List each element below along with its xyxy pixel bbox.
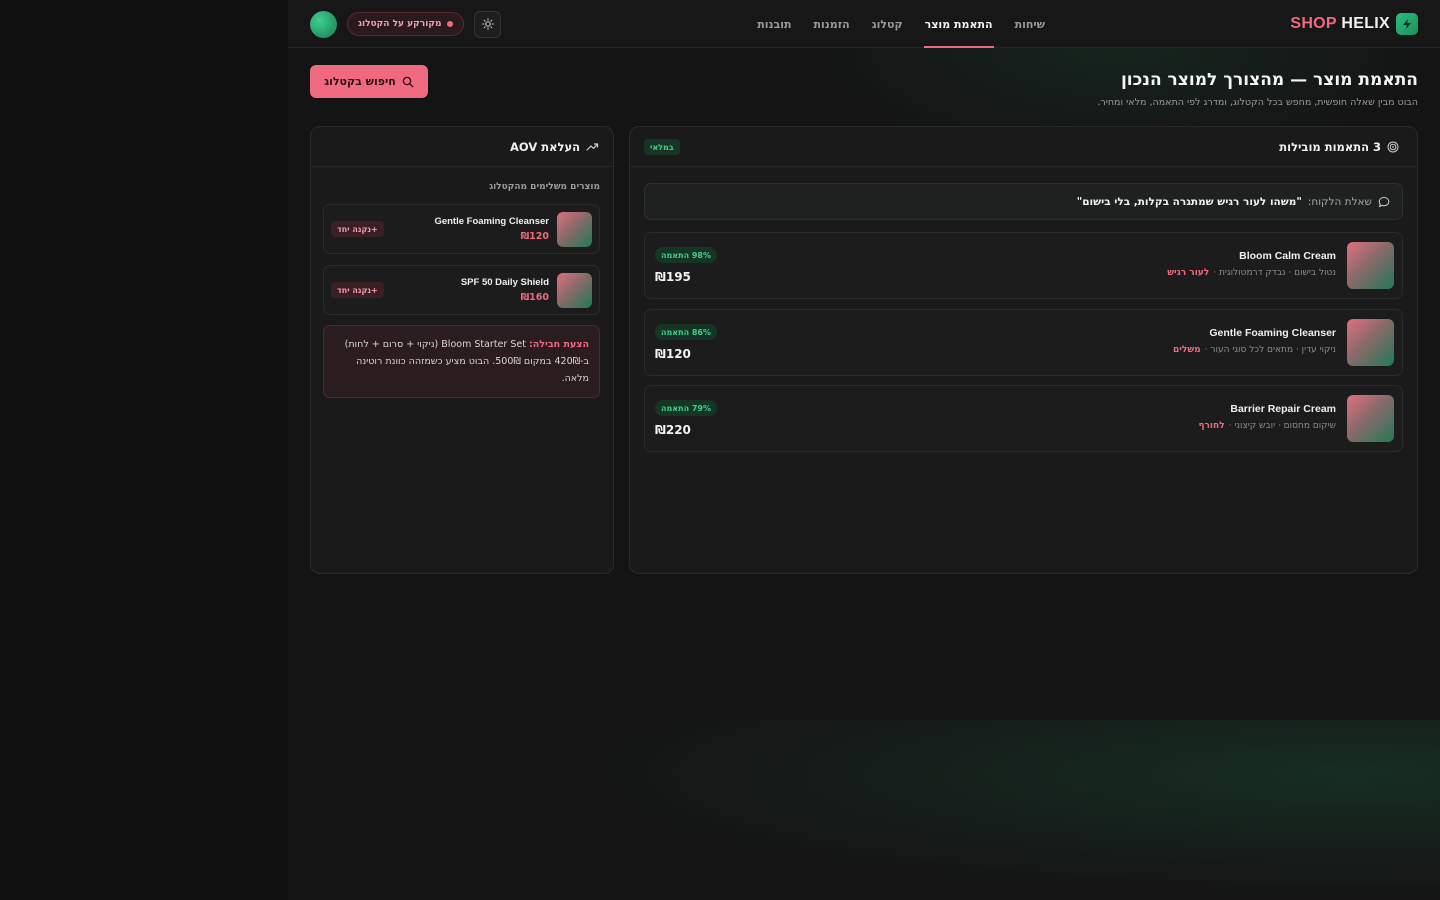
product-tag: לחורף [1198, 421, 1225, 431]
theme-toggle-button[interactable] [474, 10, 502, 38]
nav-product-match[interactable]: התאמת מוצר [923, 0, 994, 48]
page-title: התאמת מוצר — מהצורך למוצר הנכון [1120, 70, 1418, 90]
chat-bubble-icon [1378, 196, 1390, 207]
top-matches-panel: 3 התאמות מובילות במלאי שאלת הלקוח: "משהו… [629, 126, 1418, 574]
product-card[interactable]: Bloom Calm Cream נטול בישום · נבדק דרמטו… [644, 232, 1403, 299]
brand-logo[interactable]: SHOP HELIX [1290, 13, 1418, 35]
bundle-label: הצעת חבילה: [528, 339, 589, 350]
product-meta-text: ניקוי עדין · מתאים לכל סוגי העור · [1204, 345, 1336, 355]
product-price: ₪195 [655, 270, 691, 284]
brand-shop: SHOP [1290, 15, 1337, 32]
target-icon [1387, 141, 1399, 153]
customer-query: שאלת הלקוח: "משהו לעור רגיש שמתגרה בקלות… [644, 183, 1403, 220]
avatar[interactable] [310, 10, 337, 38]
product-card[interactable]: Barrier Repair Cream שיקום מחסום · יובש … [644, 385, 1403, 452]
nav-conversations[interactable]: שיחות [1014, 0, 1046, 48]
match-score-badge: 98% התאמה [655, 247, 718, 263]
catalog-search-button[interactable]: חיפוש בקטלוג [310, 65, 428, 98]
aov-title: העלאת AOV [510, 127, 599, 167]
complementary-name: SPF 50 Daily Shield [460, 277, 549, 288]
product-card[interactable]: Gentle Foaming Cleanser ניקוי עדין · מתא… [644, 309, 1403, 376]
complementary-price: ₪160 [520, 292, 549, 303]
query-label: שאלת הלקוח: [1307, 195, 1372, 208]
search-icon [402, 76, 414, 87]
nav-catalog[interactable]: קטלוג [871, 0, 904, 48]
catalog-grounded-pill[interactable]: מקורקע על הקטלוג [347, 12, 465, 36]
query-text: "משהו לעור רגיש שמתגרה בקלות, בלי בישום" [1076, 195, 1302, 208]
product-meta: ניקוי עדין · מתאים לכל סוגי העור · משלים [1173, 345, 1336, 355]
product-tag: לעור רגיש [1167, 268, 1210, 278]
complementary-item[interactable]: Gentle Foaming Cleanser ₪120 +נקנה יחד [323, 204, 600, 254]
matches-title: 3 התאמות מובילות [1279, 127, 1399, 167]
main-nav: שיחות התאמת מוצר קטלוג הזמנות תובנות [756, 0, 1046, 48]
product-meta-text: נטול בישום · נבדק דרמטולוגית · [1213, 268, 1336, 278]
product-thumbnail [557, 212, 592, 247]
complementary-price: ₪120 [520, 231, 549, 242]
product-meta-text: שיקום מחסום · יובש קיצוני · [1228, 421, 1336, 431]
match-score-badge: 79% התאמה [655, 400, 718, 416]
brand-name: SHOP HELIX [1290, 15, 1390, 33]
aov-title-text: העלאת AOV [509, 140, 580, 154]
product-thumbnail [557, 273, 592, 308]
buy-together-button[interactable]: +נקנה יחד [331, 282, 384, 298]
app: SHOP HELIX שיחות התאמת מוצר קטלוג הזמנות… [288, 0, 1440, 900]
complementary-item[interactable]: SPF 50 Daily Shield ₪160 +נקנה יחד [323, 265, 600, 315]
brand-helix: HELIX [1341, 15, 1390, 32]
sun-icon [482, 18, 494, 30]
product-thumbnail [1347, 395, 1394, 442]
bolt-icon [1396, 13, 1418, 35]
catalog-search-label: חיפוש בקטלוג [324, 75, 396, 88]
matches-title-text: 3 התאמות מובילות [1279, 140, 1381, 154]
aov-panel: העלאת AOV מוצרים משלימים מהקטלוג Gentle … [310, 126, 614, 574]
product-tag: משלים [1172, 345, 1201, 355]
in-stock-badge: במלאי [644, 139, 680, 155]
product-name: Barrier Repair Cream [1230, 403, 1336, 415]
match-score-badge: 86% התאמה [655, 324, 718, 340]
product-name: Gentle Foaming Cleanser [1209, 327, 1336, 339]
trending-up-icon [586, 143, 599, 151]
product-meta: נטול בישום · נבדק דרמטולוגית · לעור רגיש [1167, 268, 1336, 278]
page-subtitle: הבוט מבין שאלה חופשית, מחפש בכל הקטלוג, … [1097, 97, 1418, 108]
nav-orders[interactable]: הזמנות [813, 0, 851, 48]
buy-together-button[interactable]: +נקנה יחד [331, 221, 384, 237]
top-bar: SHOP HELIX שיחות התאמת מוצר קטלוג הזמנות… [288, 0, 1440, 48]
aov-header: העלאת AOV [311, 127, 613, 167]
matches-header: 3 התאמות מובילות במלאי [630, 127, 1417, 167]
complementary-label: מוצרים משלימים מהקטלוג [489, 182, 600, 192]
catalog-pill-label: מקורקע על הקטלוג [358, 19, 442, 29]
product-thumbnail [1347, 319, 1394, 366]
header-actions: מקורקע על הקטלוג [310, 10, 502, 38]
product-meta: שיקום מחסום · יובש קיצוני · לחורף [1198, 421, 1336, 431]
bundle-offer: הצעת חבילה: Bloom Starter Set (ניקוי + ס… [323, 325, 600, 398]
product-price: ₪220 [655, 423, 691, 437]
product-price: ₪120 [655, 347, 691, 361]
left-blank-area [0, 0, 288, 900]
product-thumbnail [1347, 242, 1394, 289]
complementary-name: Gentle Foaming Cleanser [434, 216, 549, 227]
nav-insights[interactable]: תובנות [756, 0, 792, 48]
product-name: Bloom Calm Cream [1239, 250, 1336, 262]
status-dot [447, 21, 454, 27]
